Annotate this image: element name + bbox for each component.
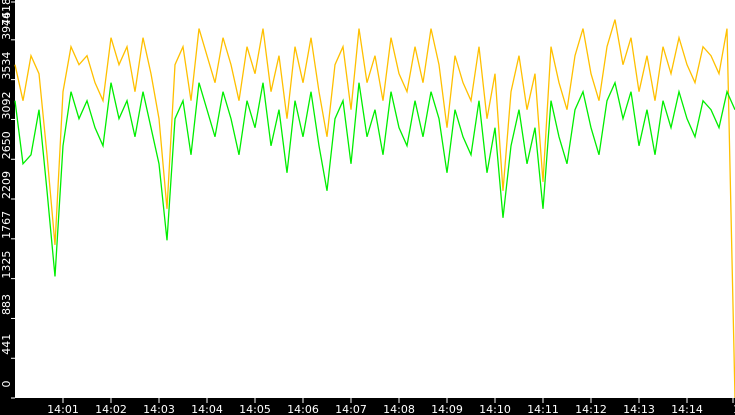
- y-tick-label: 2209: [0, 171, 13, 199]
- x-tick-label: 14:07: [335, 403, 367, 415]
- y-tick-label: 1325: [0, 251, 13, 279]
- x-tick-label: 14:10: [479, 403, 511, 415]
- x-tick-label: 14:06: [287, 403, 319, 415]
- x-tick-label: 14:04: [191, 403, 223, 415]
- y-tick-label: 1767: [0, 211, 13, 239]
- x-tick-label: 14:13: [623, 403, 655, 415]
- x-tick-label: 14:08: [383, 403, 415, 415]
- x-tick-label: 14:12: [575, 403, 607, 415]
- x-tick-label: 14:01: [47, 403, 79, 415]
- y-tick-label: 0: [0, 381, 13, 388]
- y-tick-label: 2650: [0, 131, 13, 159]
- y-axis: 044188313251767220926503092353439764418: [0, 0, 15, 399]
- y-tick-label: 3534: [0, 52, 13, 80]
- line-chart: 044188313251767220926503092353439764418 …: [0, 0, 735, 415]
- x-tick-label: 14:11: [527, 403, 559, 415]
- x-tick-label: 14:02: [95, 403, 127, 415]
- y-tick-label: 4418: [0, 0, 13, 26]
- x-tick-label: 14:03: [143, 403, 175, 415]
- x-tick-label: 14:09: [431, 403, 463, 415]
- x-tick-label: 14:05: [239, 403, 271, 415]
- plot-area: [15, 0, 735, 398]
- x-tick-label: 14:14: [671, 403, 703, 415]
- y-tick-label: 441: [0, 334, 13, 355]
- y-tick-label: 3092: [0, 91, 13, 119]
- y-tick-label: 883: [0, 294, 13, 315]
